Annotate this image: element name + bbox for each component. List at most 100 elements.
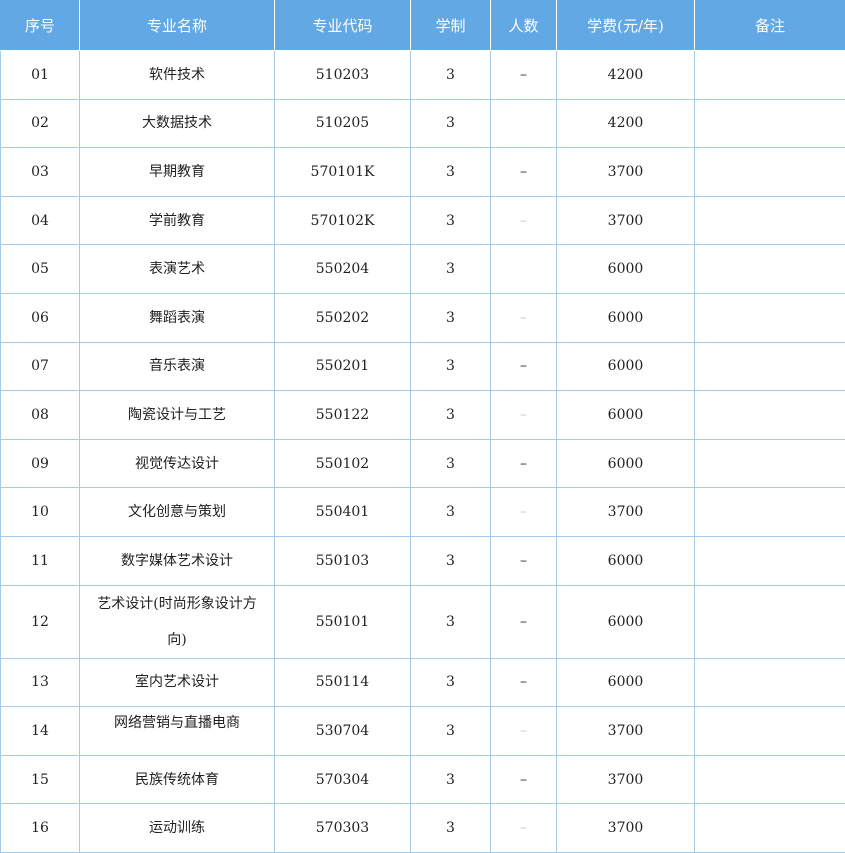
cell-note	[695, 148, 845, 197]
header-major-name: 专业名称	[80, 1, 275, 51]
cell-no: 10	[1, 488, 80, 537]
table-row: 11数字媒体艺术设计5501033–6000	[1, 536, 845, 585]
cell-major-name: 学前教育	[80, 196, 275, 245]
major-name-text: 网络营销与直播电商	[90, 708, 264, 754]
cell-fee: 3700	[557, 488, 695, 537]
cell-major-code: 530704	[275, 707, 411, 756]
table-row: 04学前教育570102K3–3700	[1, 196, 845, 245]
cell-years: 3	[411, 293, 491, 342]
table-row: 12艺术设计(时尚形象设计方向)5501013–6000	[1, 585, 845, 658]
table-row: 15民族传统体育5703043–3700	[1, 755, 845, 804]
header-note: 备注	[695, 1, 845, 51]
cell-fee: 6000	[557, 391, 695, 440]
cell-count: –	[491, 51, 557, 100]
cell-major-name: 数字媒体艺术设计	[80, 536, 275, 585]
cell-years: 3	[411, 99, 491, 148]
cell-years: 3	[411, 439, 491, 488]
cell-major-name: 表演艺术	[80, 245, 275, 294]
cell-count: –	[491, 196, 557, 245]
cell-fee: 6000	[557, 439, 695, 488]
table-row: 07音乐表演5502013–6000	[1, 342, 845, 391]
cell-major-code: 550114	[275, 658, 411, 707]
cell-major-name: 运动训练	[80, 804, 275, 853]
cell-major-code: 550202	[275, 293, 411, 342]
cell-years: 3	[411, 658, 491, 707]
cell-fee: 3700	[557, 196, 695, 245]
cell-no: 03	[1, 148, 80, 197]
cell-major-name: 早期教育	[80, 148, 275, 197]
enrollment-table: 序号 专业名称 专业代码 学制 人数 学费(元/年) 备注 01软件技术5102…	[0, 0, 845, 853]
table-body: 01软件技术5102033–420002大数据技术5102053420003早期…	[1, 51, 845, 853]
table-row: 02大数据技术51020534200	[1, 99, 845, 148]
table-row: 01软件技术5102033–4200	[1, 51, 845, 100]
cell-fee: 6000	[557, 658, 695, 707]
cell-major-name: 艺术设计(时尚形象设计方向)	[80, 585, 275, 658]
table-row: 06舞蹈表演5502023–6000	[1, 293, 845, 342]
table-row: 09视觉传达设计5501023–6000	[1, 439, 845, 488]
cell-major-code: 550201	[275, 342, 411, 391]
cell-count	[491, 245, 557, 294]
cell-fee: 6000	[557, 585, 695, 658]
cell-major-name: 文化创意与策划	[80, 488, 275, 537]
cell-no: 12	[1, 585, 80, 658]
cell-no: 05	[1, 245, 80, 294]
header-count: 人数	[491, 1, 557, 51]
cell-no: 11	[1, 536, 80, 585]
cell-count: –	[491, 293, 557, 342]
cell-major-code: 550401	[275, 488, 411, 537]
cell-major-name: 网络营销与直播电商	[80, 707, 275, 756]
cell-count	[491, 99, 557, 148]
cell-no: 15	[1, 755, 80, 804]
cell-note	[695, 585, 845, 658]
cell-count: –	[491, 707, 557, 756]
cell-major-name: 民族传统体育	[80, 755, 275, 804]
table-row: 05表演艺术55020436000	[1, 245, 845, 294]
cell-major-code: 550204	[275, 245, 411, 294]
cell-no: 08	[1, 391, 80, 440]
table-header: 序号 专业名称 专业代码 学制 人数 学费(元/年) 备注	[1, 1, 845, 51]
cell-fee: 3700	[557, 148, 695, 197]
cell-fee: 3700	[557, 707, 695, 756]
cell-major-name: 音乐表演	[80, 342, 275, 391]
cell-count: –	[491, 585, 557, 658]
cell-count: –	[491, 488, 557, 537]
cell-no: 06	[1, 293, 80, 342]
table-row: 13室内艺术设计5501143–6000	[1, 658, 845, 707]
cell-fee: 6000	[557, 342, 695, 391]
cell-no: 02	[1, 99, 80, 148]
cell-note	[695, 439, 845, 488]
cell-note	[695, 196, 845, 245]
cell-note	[695, 804, 845, 853]
cell-years: 3	[411, 148, 491, 197]
cell-major-code: 510203	[275, 51, 411, 100]
cell-years: 3	[411, 707, 491, 756]
cell-count: –	[491, 342, 557, 391]
header-row: 序号 专业名称 专业代码 学制 人数 学费(元/年) 备注	[1, 1, 845, 51]
cell-note	[695, 342, 845, 391]
cell-note	[695, 391, 845, 440]
cell-major-name: 软件技术	[80, 51, 275, 100]
cell-major-code: 550122	[275, 391, 411, 440]
table-row: 03早期教育570101K3–3700	[1, 148, 845, 197]
cell-note	[695, 488, 845, 537]
cell-major-name: 陶瓷设计与工艺	[80, 391, 275, 440]
cell-no: 07	[1, 342, 80, 391]
cell-no: 16	[1, 804, 80, 853]
cell-count: –	[491, 391, 557, 440]
table-row: 14网络营销与直播电商5307043–3700	[1, 707, 845, 756]
table-row: 10文化创意与策划5504013–3700	[1, 488, 845, 537]
cell-fee: 3700	[557, 755, 695, 804]
cell-count: –	[491, 755, 557, 804]
cell-fee: 6000	[557, 245, 695, 294]
cell-count: –	[491, 148, 557, 197]
cell-major-code: 570303	[275, 804, 411, 853]
header-no: 序号	[1, 1, 80, 51]
cell-note	[695, 293, 845, 342]
cell-note	[695, 245, 845, 294]
table-row: 08陶瓷设计与工艺5501223–6000	[1, 391, 845, 440]
cell-years: 3	[411, 585, 491, 658]
cell-fee: 6000	[557, 536, 695, 585]
cell-fee: 4200	[557, 99, 695, 148]
cell-major-name: 大数据技术	[80, 99, 275, 148]
cell-note	[695, 536, 845, 585]
